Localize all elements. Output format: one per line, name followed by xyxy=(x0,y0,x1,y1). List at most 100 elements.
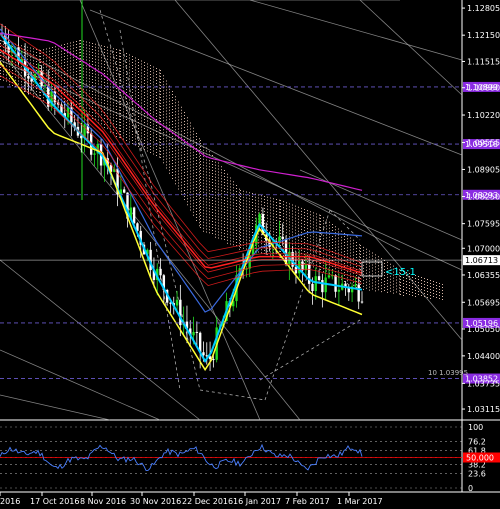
cloud-dot xyxy=(326,264,327,266)
cloud-dot xyxy=(119,67,120,69)
cloud-dot xyxy=(52,62,53,63)
cloud-dot xyxy=(119,55,120,57)
cloud-dot xyxy=(172,115,173,116)
cloud-dot xyxy=(390,263,391,265)
cloud-dot xyxy=(83,55,84,57)
cloud-dot xyxy=(163,87,164,89)
cloud-dot xyxy=(196,178,197,179)
cloud-dot xyxy=(190,179,191,181)
ma-fan-line xyxy=(0,54,363,276)
cloud-dot xyxy=(132,131,133,132)
cloud-dot xyxy=(159,87,160,89)
cloud-dot xyxy=(123,111,124,113)
cloud-dot xyxy=(181,118,182,120)
cloud-dot xyxy=(150,137,151,138)
cloud-dot xyxy=(80,73,81,74)
cloud-dot xyxy=(372,258,373,260)
cloud-dot xyxy=(344,275,345,276)
cloud-dot xyxy=(193,163,194,165)
cloud-dot xyxy=(98,47,99,49)
price-tick-label: 1.03735 xyxy=(467,379,500,388)
cloud-dot xyxy=(104,118,105,119)
cloud-dot xyxy=(166,167,167,169)
cloud-dot xyxy=(209,199,210,201)
cloud-dot xyxy=(160,139,161,140)
cloud-dot xyxy=(304,242,305,243)
cloud-dot xyxy=(184,166,185,167)
cloud-dot xyxy=(187,126,188,128)
cloud-dot xyxy=(187,198,188,200)
cloud-dot xyxy=(239,203,240,205)
cloud-dot xyxy=(255,244,256,246)
cloud-dot xyxy=(116,55,117,56)
cloud-dot xyxy=(43,97,44,99)
cloud-dot xyxy=(255,217,256,219)
cloud-dot xyxy=(356,248,357,249)
cloud-dot xyxy=(292,222,293,224)
cloud-dot xyxy=(36,91,37,92)
cloud-dot xyxy=(175,129,176,131)
cloud-dot xyxy=(313,215,314,217)
cloud-dot xyxy=(6,62,7,64)
cloud-dot xyxy=(378,286,379,288)
cloud-dot xyxy=(153,84,154,86)
cloud-dot xyxy=(439,289,440,290)
cloud-dot xyxy=(61,59,62,61)
cloud-dot xyxy=(129,78,130,80)
cloud-dot xyxy=(159,126,160,128)
cloud-dot xyxy=(212,218,213,219)
cloud-dot xyxy=(79,46,80,48)
cloud-dot xyxy=(267,211,268,213)
cloud-dot xyxy=(221,211,222,213)
cloud-dot xyxy=(113,81,114,83)
cloud-dot xyxy=(55,67,56,69)
cloud-dot xyxy=(126,92,127,93)
cloud-dot xyxy=(153,120,154,122)
cloud-dot xyxy=(166,161,167,163)
cloud-dot xyxy=(163,114,164,116)
forex-chart[interactable]: 1.108991.095181.082931.067131.051961.038… xyxy=(0,0,500,509)
cloud-dot xyxy=(129,69,130,71)
cloud-dot xyxy=(279,214,280,216)
cloud-dot xyxy=(132,95,133,96)
cloud-dot xyxy=(141,129,142,131)
cloud-dot xyxy=(144,116,145,117)
cloud-dot xyxy=(135,63,136,65)
cloud-dot xyxy=(396,288,397,290)
cloud-dot xyxy=(178,164,179,166)
cloud-dot xyxy=(203,146,204,148)
cloud-dot xyxy=(95,85,96,87)
cloud-dot xyxy=(350,246,351,248)
cloud-dot xyxy=(421,295,422,296)
cloud-dot xyxy=(83,103,84,105)
cloud-dot xyxy=(95,115,96,117)
cloud-dot xyxy=(172,166,173,167)
cloud-dot xyxy=(83,64,84,66)
cloud-dot xyxy=(119,112,120,114)
cloud-dot xyxy=(221,217,222,219)
cloud-dot xyxy=(316,264,317,266)
cloud-dot xyxy=(209,220,210,222)
cloud-dot xyxy=(126,65,127,66)
cloud-dot xyxy=(276,229,277,230)
cloud-dot xyxy=(249,195,250,197)
cloud-dot xyxy=(0,73,1,74)
cloud-dot xyxy=(270,254,271,256)
cloud-dot xyxy=(196,181,197,182)
cloud-dot xyxy=(172,94,173,95)
cloud-dot xyxy=(206,219,207,221)
cloud-dot xyxy=(181,178,182,180)
cloud-dot xyxy=(375,281,376,283)
cloud-dot xyxy=(178,104,179,106)
cloud-dot xyxy=(27,85,28,87)
cloud-dot xyxy=(159,84,160,86)
cloud-dot xyxy=(89,75,90,77)
cloud-dot xyxy=(224,230,225,231)
cloud-dot xyxy=(144,134,145,135)
cloud-dot xyxy=(387,285,388,287)
cloud-dot xyxy=(190,185,191,187)
ratio-annotation: <15:1 xyxy=(385,267,416,278)
cloud-dot xyxy=(215,170,216,172)
cloud-dot xyxy=(427,288,428,289)
cloud-dot xyxy=(206,207,207,209)
